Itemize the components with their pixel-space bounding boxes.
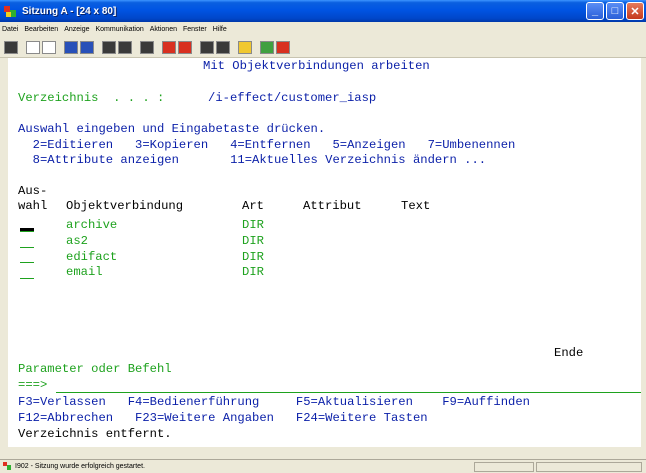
row-type-archive: DIR: [242, 218, 264, 232]
row-type-as2: DIR: [242, 234, 264, 248]
row-name-as2: as2: [66, 234, 88, 248]
status-message: Verzeichnis entfernt.: [18, 427, 172, 441]
command-label: Parameter oder Befehl: [18, 362, 172, 376]
screen-title: Mit Objektverbindungen arbeiten: [203, 59, 430, 73]
menu-aktionen[interactable]: Aktionen: [150, 26, 177, 33]
options-line-2: 8=Attribute anzeigen 11=Aktuelles Verzei…: [18, 153, 487, 167]
clipboard-icon[interactable]: [216, 41, 230, 54]
menu-anzeige[interactable]: Anzeige: [64, 26, 89, 33]
status-panel-2: [536, 462, 642, 472]
app-icon[interactable]: [4, 5, 18, 18]
record-macro-icon[interactable]: [140, 41, 154, 54]
menu-bearbeiten[interactable]: Bearbeiten: [24, 26, 58, 33]
menu-hilfe[interactable]: Hilfe: [213, 26, 227, 33]
close-button[interactable]: ✕: [626, 2, 644, 20]
send-icon[interactable]: [64, 41, 78, 54]
row-name-email: email: [66, 265, 103, 279]
menu-fenster[interactable]: Fenster: [183, 26, 207, 33]
paste-icon[interactable]: [42, 41, 56, 54]
menu-datei[interactable]: Datei: [2, 26, 18, 33]
session-icon: [3, 462, 12, 471]
maximize-button[interactable]: □: [606, 2, 624, 20]
list-end-marker: Ende: [554, 346, 584, 360]
print-screen-icon[interactable]: [4, 41, 18, 54]
play-macro-icon[interactable]: [162, 41, 176, 54]
toolbar: [0, 38, 646, 58]
row-name-edifact: edifact: [66, 250, 118, 264]
col-header-wahl: wahl: [18, 199, 48, 213]
title-bar: Sitzung A - [24 x 80] _ □ ✕: [0, 0, 646, 22]
option-field-email[interactable]: [20, 278, 34, 279]
col-header-object: Objektverbindung: [66, 199, 184, 213]
function-keys-line-1: F3=Verlassen F4=Bedienerführung F5=Aktua…: [18, 395, 530, 409]
function-keys-line-2: F12=Abbrechen F23=Weitere Angaben F24=We…: [18, 411, 428, 425]
status-bar-text: I902 - Sitzung wurde erfolgreich gestart…: [15, 463, 145, 470]
option-field-as2[interactable]: [20, 247, 34, 248]
macro-icon[interactable]: [178, 41, 192, 54]
option-field-archive[interactable]: [20, 231, 34, 232]
text-cursor: [20, 228, 34, 231]
copy-icon[interactable]: [26, 41, 40, 54]
options-line-1: 2=Editieren 3=Kopieren 4=Entfernen 5=Anz…: [18, 138, 516, 152]
menu-kommunikation[interactable]: Kommunikation: [96, 26, 144, 33]
menu-bar: Datei Bearbeiten Anzeige Kommunikation A…: [0, 22, 646, 36]
command-prompt: ===>: [18, 378, 48, 392]
terminal-screen[interactable]: Mit Objektverbindungen arbeiten Verzeich…: [8, 58, 641, 447]
tools-icon[interactable]: [276, 41, 290, 54]
minimize-button[interactable]: _: [586, 2, 604, 20]
col-header-text: Text: [401, 199, 431, 213]
dir-label: Verzeichnis . . . :: [18, 91, 165, 105]
display-icon[interactable]: [102, 41, 116, 54]
window-title: Sitzung A - [24 x 80]: [22, 5, 117, 17]
customize-icon[interactable]: [200, 41, 214, 54]
receive-icon[interactable]: [80, 41, 94, 54]
instruction-text: Auswahl eingeben und Eingabetaste drücke…: [18, 122, 326, 136]
status-panel-1: [474, 462, 534, 472]
option-field-edifact[interactable]: [20, 262, 34, 263]
col-header-attribute: Attribut: [303, 199, 362, 213]
row-type-email: DIR: [242, 265, 264, 279]
settings-icon[interactable]: [260, 41, 274, 54]
col-header-aus: Aus-: [18, 184, 48, 198]
help-icon[interactable]: [238, 41, 252, 54]
row-type-edifact: DIR: [242, 250, 264, 264]
status-bar: I902 - Sitzung wurde erfolgreich gestart…: [0, 459, 646, 473]
col-header-type: Art: [242, 199, 264, 213]
dir-value: /i-effect/customer_iasp: [208, 91, 377, 105]
command-input[interactable]: [56, 392, 641, 393]
row-name-archive: archive: [66, 218, 118, 232]
keyboard-icon[interactable]: [118, 41, 132, 54]
